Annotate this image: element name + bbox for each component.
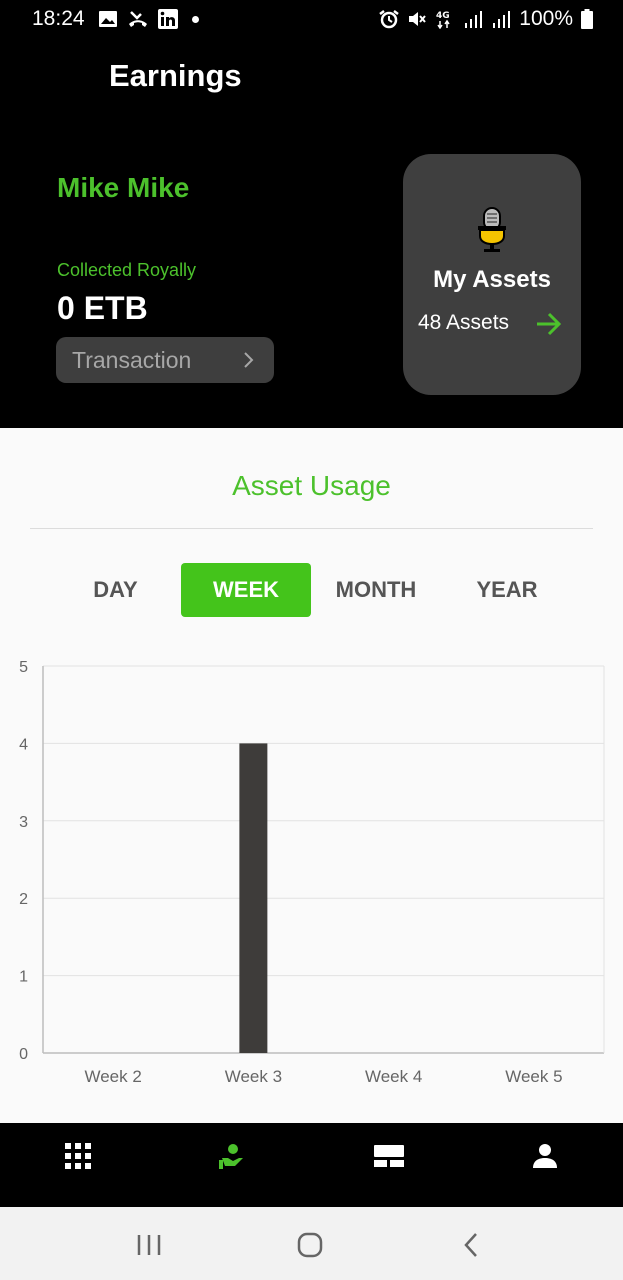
y-tick-label: 2 [19, 891, 28, 908]
missed-call-icon [129, 11, 147, 27]
battery-icon [581, 9, 593, 29]
microphone-icon [478, 207, 506, 252]
asset-usage-title: Asset Usage [232, 470, 391, 501]
y-tick-label: 5 [19, 659, 28, 676]
tab-month[interactable]: MONTH [322, 563, 430, 617]
alarm-icon [379, 10, 400, 29]
transaction-label: Transaction [72, 346, 192, 373]
royalty-hand-icon [219, 1144, 243, 1169]
system-nav-bar [0, 1207, 623, 1280]
network-4g-icon: 4G [436, 11, 450, 29]
nav-home[interactable] [63, 1141, 93, 1171]
bottom-nav [0, 1123, 623, 1207]
y-tick-label: 1 [19, 969, 28, 986]
back-icon[interactable] [458, 1231, 488, 1259]
tab-year[interactable]: YEAR [453, 563, 561, 617]
nav-devices[interactable] [374, 1141, 404, 1171]
chevron-right-icon [244, 352, 254, 368]
page-title: Earnings [109, 58, 242, 93]
y-tick-label: 4 [19, 736, 28, 753]
linkedin-icon [158, 9, 178, 29]
status-time: 18:24 [32, 7, 85, 30]
asset-usage-panel: Asset Usage DAY WEEK MONTH YEAR 0 1 2 3 4 5 We… [0, 428, 623, 1123]
x-tick-label: Week 5 [505, 1067, 562, 1086]
nav-earnings[interactable] [218, 1141, 248, 1171]
period-tabs: DAY WEEK MONTH YEAR [0, 563, 623, 617]
nav-profile[interactable] [530, 1141, 560, 1171]
signal-2-icon [493, 11, 511, 28]
recent-apps-icon[interactable] [134, 1231, 164, 1259]
tab-week[interactable]: WEEK [181, 563, 311, 617]
assets-title: My Assets [433, 266, 551, 293]
home-icon[interactable] [295, 1231, 325, 1259]
devices-icon [374, 1145, 404, 1167]
svg-text:4G: 4G [436, 11, 450, 21]
x-tick-label: Week 3 [225, 1067, 282, 1086]
tab-day[interactable]: DAY [62, 563, 169, 617]
grid-icon [65, 1143, 91, 1169]
y-tick-label: 3 [19, 814, 28, 831]
transaction-button[interactable]: Transaction [56, 337, 274, 383]
arrow-right-icon[interactable] [535, 311, 563, 337]
asset-usage-chart: 0 1 2 3 4 5 Week 2 Week 3 Week 4 Week 5 [19, 659, 605, 1086]
x-tick-label: Week 2 [84, 1067, 141, 1086]
my-assets-card[interactable]: My Assets 48 Assets [403, 154, 581, 395]
notification-dot-icon [192, 15, 199, 23]
mute-icon [409, 12, 427, 26]
profile-icon [533, 1144, 557, 1168]
assets-count: 48 Assets [418, 311, 510, 334]
royalty-value: 0 ETB [57, 290, 148, 326]
y-tick-label: 0 [19, 1046, 28, 1063]
status-bar: 18:24 4G 100% [0, 0, 623, 40]
gallery-icon [99, 11, 117, 27]
x-tick-label: Week 4 [365, 1067, 422, 1086]
user-name: Mike Mike [57, 172, 190, 203]
signal-icon [465, 11, 483, 28]
divider [30, 528, 593, 529]
battery-text: 100% [519, 7, 573, 30]
chart-bar [239, 743, 268, 1053]
royalty-label: Collected Royally [57, 260, 197, 280]
